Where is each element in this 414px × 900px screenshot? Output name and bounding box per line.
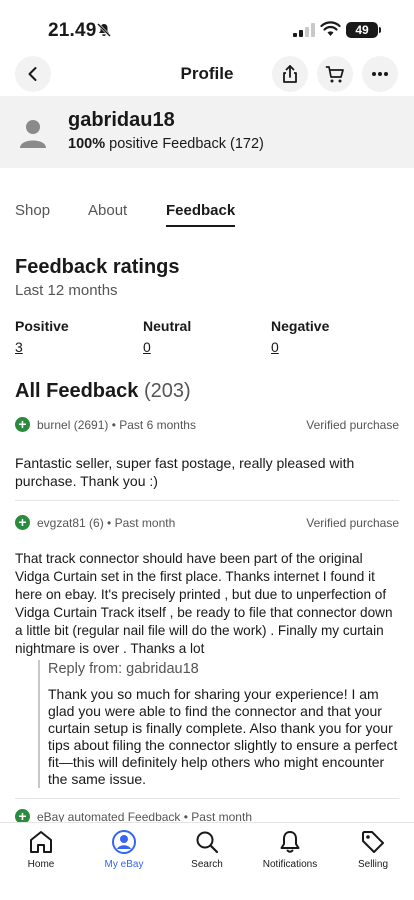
share-button[interactable]: [272, 56, 308, 92]
divider: [15, 500, 399, 501]
stat-positive-label: Positive: [15, 318, 69, 334]
bottom-nav-home-label: Home: [27, 859, 55, 870]
bottom-nav-my-ebay[interactable]: My eBay: [89, 829, 159, 870]
bottom-nav-selling[interactable]: Selling: [338, 829, 408, 870]
bottom-nav: Home My eBay Search Notifications Sellin…: [0, 822, 414, 900]
stat-neutral-label: Neutral: [143, 318, 192, 334]
stat-negative-label: Negative: [271, 318, 330, 334]
home-icon: [30, 831, 52, 853]
tab-shop[interactable]: Shop: [15, 202, 50, 225]
bottom-nav-search-label: Search: [191, 859, 223, 870]
seller-reply: Reply from: gabridau18 Thank you so much…: [38, 660, 398, 788]
positive-feedback-label: positive Feedback (172): [109, 136, 264, 152]
feedback-ratings-title: Feedback ratings: [15, 256, 180, 278]
bottom-nav-notifications[interactable]: Notifications: [255, 829, 325, 870]
positive-percent: 100%: [68, 136, 106, 152]
tab-about[interactable]: About: [88, 202, 127, 225]
stat-neutral: Neutral 0: [143, 318, 263, 355]
profile-tabs: Shop About Feedback: [0, 202, 414, 230]
battery-icon: 49: [346, 22, 381, 38]
bottom-nav-notifications-label: Notifications: [262, 859, 318, 870]
share-icon: [283, 65, 297, 83]
status-time: 21.49: [48, 20, 97, 41]
reply-from-label: Reply from: gabridau18: [48, 661, 199, 677]
divider: [15, 798, 399, 799]
stat-positive-value[interactable]: 3: [15, 339, 135, 355]
all-feedback-label: All Feedback: [15, 380, 139, 402]
bell-off-icon: [97, 23, 111, 37]
feedback-comment: Fantastic seller, super fast postage, re…: [15, 455, 355, 489]
positive-plus-icon: +: [15, 417, 30, 432]
verified-purchase-label: Verified purchase: [306, 516, 399, 530]
bell-icon: [280, 831, 300, 853]
stat-neutral-value[interactable]: 0: [143, 339, 263, 355]
profile-header: gabridau18 100% positive Feedback (172): [0, 96, 414, 168]
cart-button[interactable]: [317, 56, 353, 92]
reply-text: Thank you so much for sharing your exper…: [48, 686, 398, 787]
wifi-icon: [320, 21, 341, 36]
feedback-item-header: + evgzat81 (6) • Past month Verified pur…: [15, 514, 399, 532]
status-bar: 21.49 49: [0, 0, 414, 54]
cellular-signal-icon: [293, 23, 315, 37]
stat-positive: Positive 3: [15, 318, 135, 355]
feedback-ratings-period: Last 12 months: [15, 282, 118, 299]
bottom-nav-my-ebay-label: My eBay: [104, 859, 144, 870]
bottom-nav-selling-label: Selling: [357, 859, 389, 870]
profile-rating: 100% positive Feedback (172): [68, 136, 264, 152]
feedback-user[interactable]: evgzat81 (6) • Past month: [37, 516, 175, 530]
cart-icon: [325, 66, 344, 83]
user-circle-icon: [112, 830, 136, 854]
more-horizontal-icon: [372, 72, 388, 76]
feedback-user[interactable]: burnel (2691) • Past 6 months: [37, 418, 196, 432]
feedback-item-header: + burnel (2691) • Past 6 months Verified…: [15, 416, 399, 434]
all-feedback-count: (203): [143, 380, 191, 402]
more-options-button[interactable]: [362, 56, 398, 92]
feedback-comment: That track connector should have been pa…: [15, 551, 393, 656]
verified-purchase-label: Verified purchase: [306, 418, 399, 432]
stat-negative: Negative 0: [271, 318, 391, 355]
tag-icon: [362, 831, 384, 853]
all-feedback-title: All Feedback (203): [15, 380, 191, 403]
positive-plus-icon: +: [15, 515, 30, 530]
bottom-nav-home[interactable]: Home: [6, 829, 76, 870]
profile-username: gabridau18: [68, 109, 175, 131]
top-nav: Profile: [0, 54, 414, 94]
tab-feedback[interactable]: Feedback: [166, 202, 236, 227]
bottom-nav-search[interactable]: Search: [172, 829, 242, 870]
stat-negative-value[interactable]: 0: [271, 339, 391, 355]
avatar-icon[interactable]: [16, 116, 50, 150]
search-icon: [196, 831, 219, 854]
